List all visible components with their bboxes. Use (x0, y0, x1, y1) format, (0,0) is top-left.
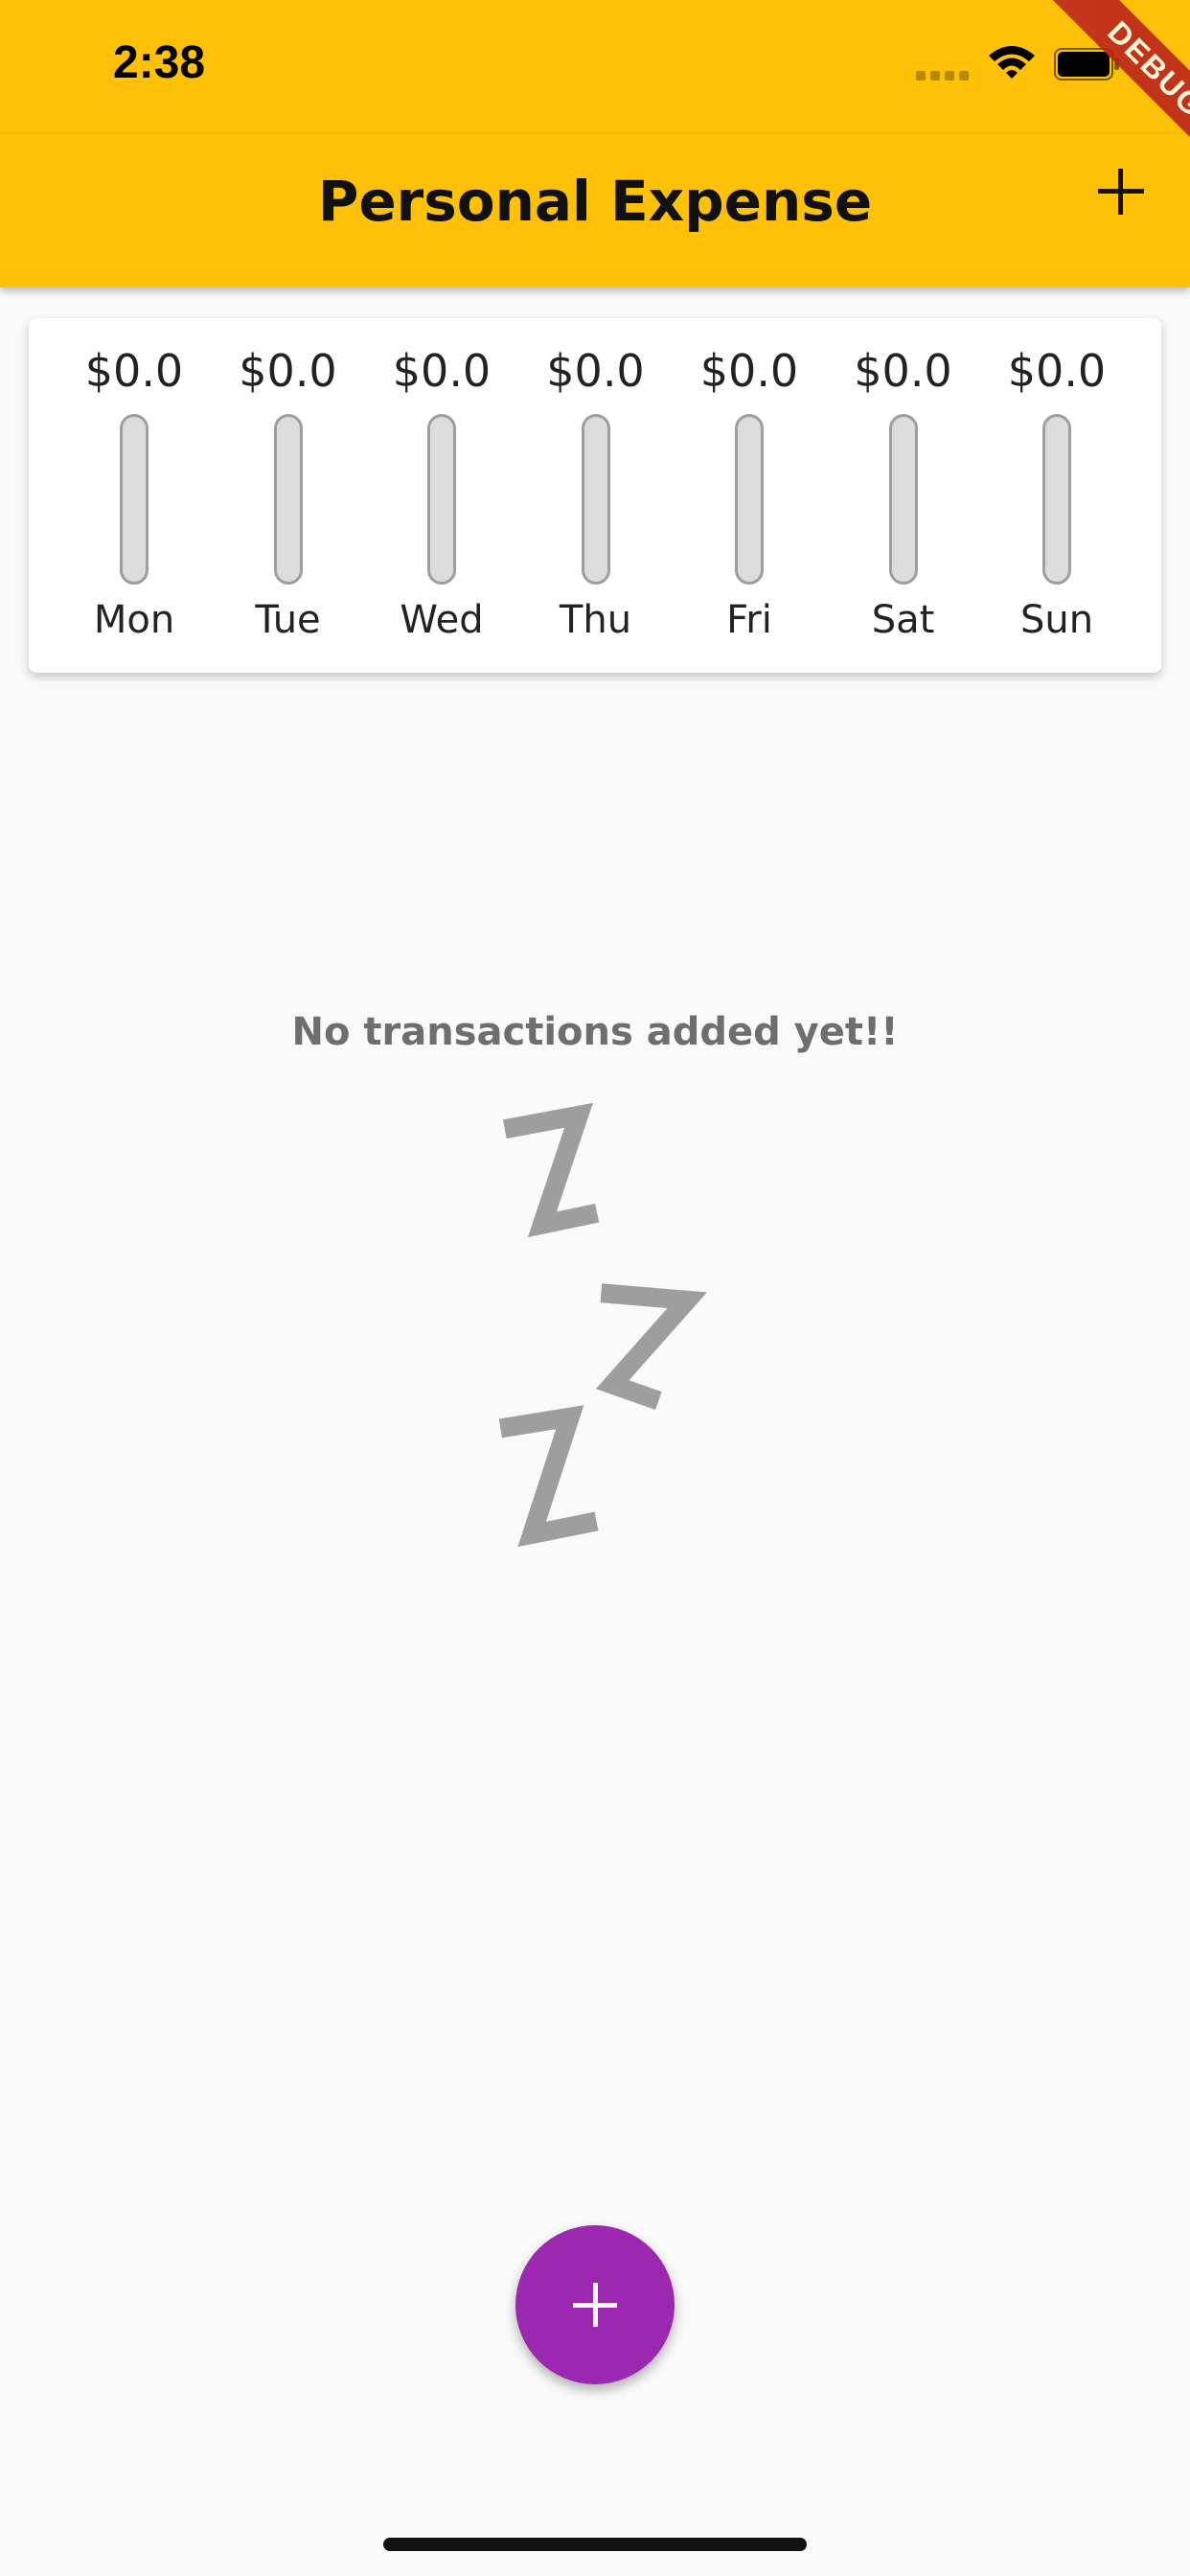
chart-bar-amount: $0.0 (546, 345, 645, 397)
home-indicator[interactable] (383, 2538, 807, 2551)
chart-bar-sat: $0.0 Sat (827, 318, 980, 673)
chart-bar-fri: $0.0 Fri (673, 318, 826, 673)
chart-bar-day-label: Sat (871, 598, 935, 642)
chart-bar-amount: $0.0 (1007, 345, 1107, 397)
status-bar: 2:38 (0, 0, 1190, 134)
chart-bar-track (581, 414, 610, 585)
chart-bar-tue: $0.0 Tue (212, 318, 365, 673)
chart-bar-track (1042, 414, 1071, 585)
signal-icon (916, 71, 969, 80)
chart-bar-sun: $0.0 Sun (980, 318, 1133, 673)
add-transaction-fab[interactable] (515, 2225, 675, 2384)
plus-icon (573, 2283, 617, 2327)
plus-icon (1098, 169, 1144, 215)
chart-bar-track (120, 414, 149, 585)
app-title: Personal Expense (317, 169, 873, 234)
chart-bar-track (273, 414, 303, 585)
chart-bar-track (427, 414, 456, 585)
chart-bar-mon: $0.0 Mon (57, 318, 211, 673)
chart-bar-amount: $0.0 (239, 345, 337, 397)
chart-bar-day-label: Mon (93, 598, 175, 642)
chart-bar-day-label: Fri (726, 598, 772, 642)
chart-bar-day-label: Wed (400, 598, 484, 642)
wifi-icon (989, 46, 1035, 79)
chart-bar-amount: $0.0 (699, 345, 799, 397)
chart-bar-amount: $0.0 (854, 345, 952, 397)
chart-bar-day-label: Thu (559, 598, 632, 642)
battery-icon (1054, 48, 1119, 80)
zzz-sleep-icon (498, 1102, 707, 1548)
weekly-chart-card: $0.0 Mon $0.0 Tue $0.0 Wed $0.0 Thu $0.0 Fri $0.0 S… (29, 318, 1161, 673)
chart-bar-thu: $0.0 Thu (519, 318, 673, 673)
chart-bar-day-label: Tue (255, 598, 321, 642)
status-time: 2:38 (113, 37, 206, 88)
chart-bar-track (735, 414, 764, 585)
chart-bar-amount: $0.0 (392, 345, 492, 397)
chart-bar-wed: $0.0 Wed (365, 318, 518, 673)
add-transaction-button[interactable] (1092, 163, 1150, 220)
app-bar: Personal Expense (0, 134, 1190, 288)
chart-bar-track (888, 414, 918, 585)
empty-state-message: No transactions added yet!! (291, 1010, 899, 1054)
chart-bar-day-label: Sun (1019, 598, 1094, 642)
chart-bar-amount: $0.0 (84, 345, 184, 397)
